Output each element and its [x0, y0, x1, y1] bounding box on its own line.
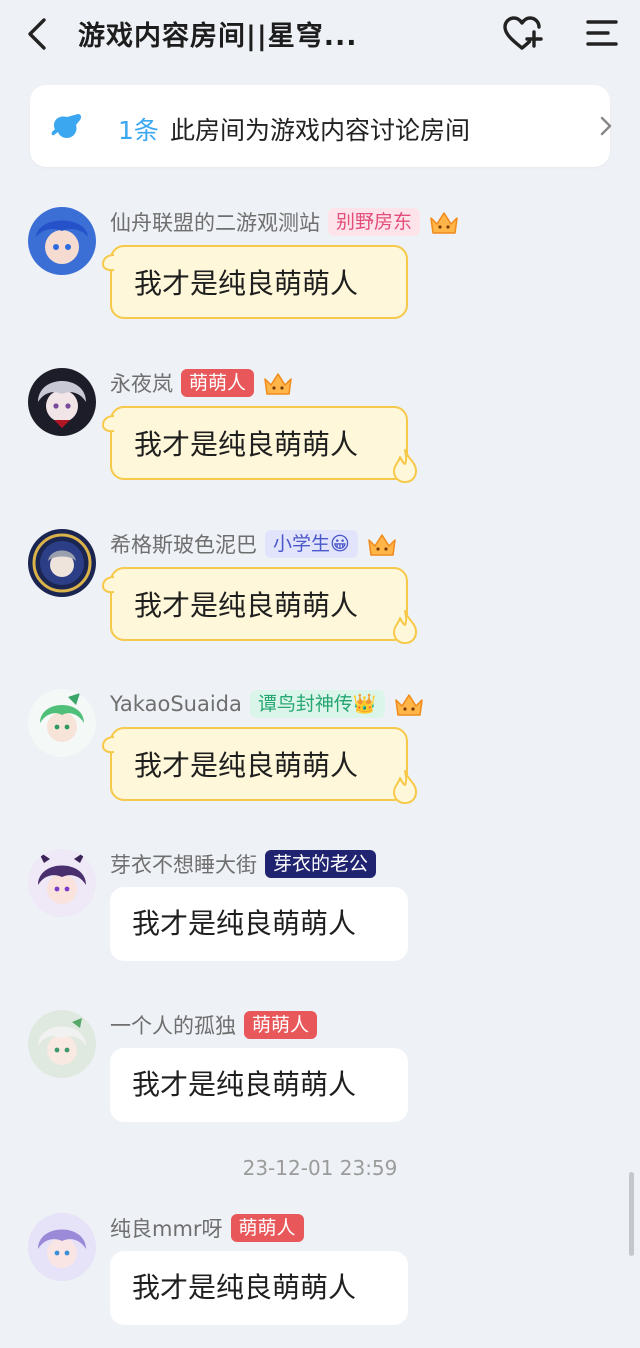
bubble-hook-icon — [101, 415, 115, 433]
username[interactable]: YakaoSuaida — [110, 692, 242, 716]
user-tag: 别野房东 — [328, 208, 421, 236]
room-notice-banner[interactable]: 1条 此房间为游戏内容讨论房间 — [30, 85, 612, 167]
top-bar: 游戏内容房间||星穹... — [0, 0, 640, 70]
menu-icon[interactable] — [580, 12, 624, 56]
scrollbar[interactable] — [629, 1172, 634, 1256]
message-bubble[interactable]: 我才是纯良萌萌人 — [101, 245, 408, 319]
user-tag: 小学生😀 — [265, 530, 358, 558]
user-tag: 萌萌人 — [181, 369, 255, 397]
name-row: 芽衣不想睡大街 芽衣的老公 — [110, 849, 384, 879]
avatar[interactable] — [28, 368, 96, 436]
message-text: 我才是纯良萌萌人 — [134, 428, 359, 461]
message-text: 我才是纯良萌萌人 — [134, 749, 359, 782]
username[interactable]: 永夜岚 — [110, 368, 173, 398]
crown-badge-icon — [430, 212, 458, 234]
name-row: 永夜岚 萌萌人 — [110, 368, 294, 398]
crown-badge-icon — [264, 373, 292, 395]
notice-count: 1条 — [118, 116, 159, 145]
notice-text: 此房间为游戏内容讨论房间 — [170, 116, 471, 145]
pin-icon — [51, 114, 82, 138]
flame-icon — [393, 449, 417, 483]
flame-icon — [393, 610, 417, 644]
username[interactable]: 一个人的孤独 — [110, 1010, 236, 1040]
username[interactable]: 希格斯玻色泥巴 — [110, 529, 257, 559]
name-row: 仙舟联盟的二游观测站 别野房东 — [110, 207, 460, 237]
message-text: 我才是纯良萌萌人 — [134, 267, 359, 300]
message-bubble[interactable]: 我才是纯良萌萌人 — [101, 406, 417, 483]
bubble-hook-icon — [101, 254, 115, 272]
room-title[interactable]: 游戏内容房间||星穹... — [78, 14, 358, 53]
name-row: YakaoSuaida 谭鸟封神传👑 — [110, 689, 425, 719]
name-row: 纯良mmr呀 萌萌人 — [110, 1213, 312, 1243]
username[interactable]: 芽衣不想睡大街 — [110, 849, 257, 879]
message-text: 我才是纯良萌萌人 — [132, 1068, 357, 1101]
crown-badge-icon — [368, 534, 396, 556]
message-text: 我才是纯良萌萌人 — [132, 1271, 357, 1304]
chevron-left-icon[interactable] — [18, 14, 58, 54]
bubble-hook-icon — [101, 736, 115, 754]
user-tag: 芽衣的老公 — [265, 850, 377, 878]
user-tag: 萌萌人 — [244, 1011, 318, 1039]
message-bubble[interactable]: 我才是纯良萌萌人 — [110, 1048, 408, 1122]
user-tag: 萌萌人 — [230, 1214, 304, 1242]
bubble-hook-icon — [101, 576, 115, 594]
avatar[interactable] — [28, 849, 96, 917]
avatar[interactable] — [28, 1010, 96, 1078]
crown-badge-icon — [394, 694, 423, 716]
name-row: 一个人的孤独 萌萌人 — [110, 1010, 325, 1040]
message-bubble[interactable]: 我才是纯良萌萌人 — [110, 1251, 408, 1325]
avatar[interactable] — [28, 1213, 96, 1281]
message-bubble[interactable]: 我才是纯良萌萌人 — [110, 887, 408, 961]
message-text: 我才是纯良萌萌人 — [134, 589, 359, 622]
flame-icon — [393, 770, 417, 804]
chevron-right-icon — [600, 116, 612, 136]
user-tag: 谭鸟封神传👑 — [249, 690, 385, 718]
name-row: 希格斯玻色泥巴 小学生😀 — [110, 529, 398, 559]
avatar[interactable] — [28, 207, 96, 275]
username[interactable]: 纯良mmr呀 — [110, 1213, 223, 1243]
avatar[interactable] — [28, 529, 96, 597]
message-bubble[interactable]: 我才是纯良萌萌人 — [101, 567, 417, 644]
heart-plus-icon[interactable] — [500, 12, 544, 56]
username[interactable]: 仙舟联盟的二游观测站 — [110, 207, 320, 237]
message-text: 我才是纯良萌萌人 — [132, 907, 357, 940]
message-timestamp: 23-12-01 23:59 — [242, 1156, 398, 1180]
message-bubble[interactable]: 我才是纯良萌萌人 — [101, 727, 417, 804]
avatar[interactable] — [28, 689, 96, 757]
